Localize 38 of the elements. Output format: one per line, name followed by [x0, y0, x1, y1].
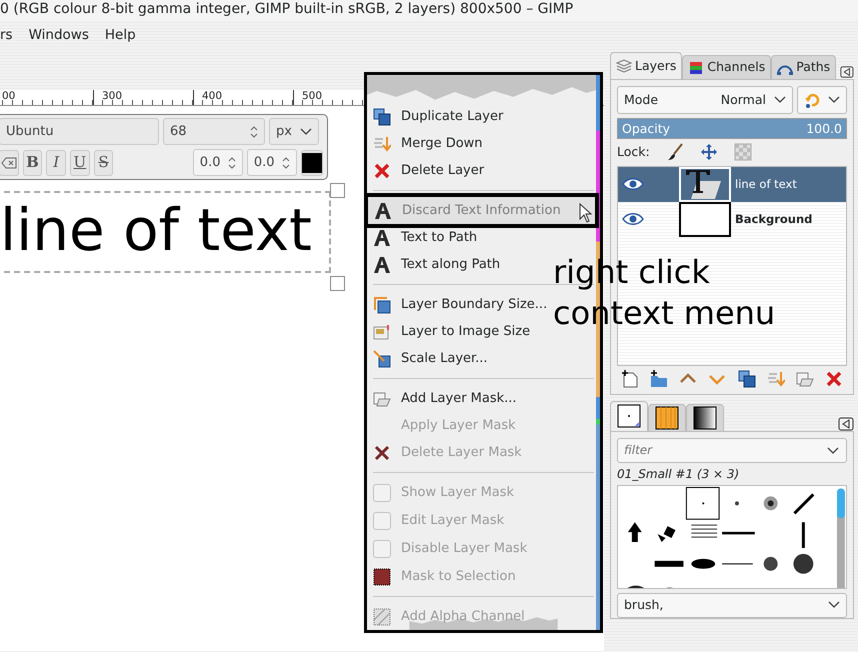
- menu-item[interactable]: Add Layer Mask...: [367, 385, 523, 412]
- menu-item[interactable]: Help: [104, 24, 136, 46]
- layer-row[interactable]: Background: [618, 202, 846, 237]
- size-field[interactable]: 68: [163, 118, 265, 145]
- font-field[interactable]: Ubuntu: [0, 118, 159, 145]
- menu-item[interactable]: Text along Path: [367, 251, 506, 278]
- ruler-label: 00: [0, 90, 93, 105]
- tab[interactable]: Layers: [610, 52, 682, 79]
- menu-item[interactable]: Merge Down: [367, 130, 489, 157]
- menu-item[interactable]: rs: [0, 24, 13, 46]
- layer-name: Background: [735, 210, 812, 228]
- filter-field[interactable]: filter: [617, 438, 847, 463]
- window-title: 0 (RGB colour 8-bit gamma integer, GIMP built-in sRGB, 2 layers) 800x500 – GIMP: [0, 0, 858, 20]
- menu-item[interactable]: Windows: [28, 24, 89, 46]
- brush-name: 01_Small #1 (3 × 3): [617, 466, 740, 483]
- menu-item[interactable]: Text to Path: [367, 224, 484, 251]
- layer-name: line of text: [735, 176, 797, 193]
- tab[interactable]: Paths: [771, 55, 836, 79]
- menu-item[interactable]: Layer to Image Size: [367, 318, 536, 345]
- number-field[interactable]: 0.0: [246, 149, 297, 176]
- ruler-label: 400: [193, 90, 293, 105]
- number-field[interactable]: 0.0: [192, 149, 243, 176]
- menu-item[interactable]: Duplicate Layer: [367, 103, 510, 130]
- menu-item[interactable]: Scale Layer...: [367, 345, 494, 372]
- tab[interactable]: Channels: [682, 55, 772, 79]
- canvas-text: line of text: [0, 195, 312, 266]
- tags-dropdown[interactable]: brush,: [617, 592, 847, 618]
- menu-item[interactable]: Layer Boundary Size...: [367, 291, 554, 318]
- layer-row[interactable]: line of text: [618, 166, 846, 202]
- ruler-label: 300: [93, 90, 193, 105]
- menu-item[interactable]: Delete Layer: [367, 157, 490, 184]
- lock-label: Lock:: [617, 143, 650, 161]
- style-button[interactable]: I: [46, 150, 66, 176]
- style-button[interactable]: U: [70, 150, 90, 176]
- style-button[interactable]: B: [22, 150, 42, 176]
- style-button[interactable]: S: [94, 150, 114, 176]
- unit-dropdown[interactable]: px: [269, 118, 319, 145]
- mode-dropdown[interactable]: Mode Normal: [617, 86, 793, 114]
